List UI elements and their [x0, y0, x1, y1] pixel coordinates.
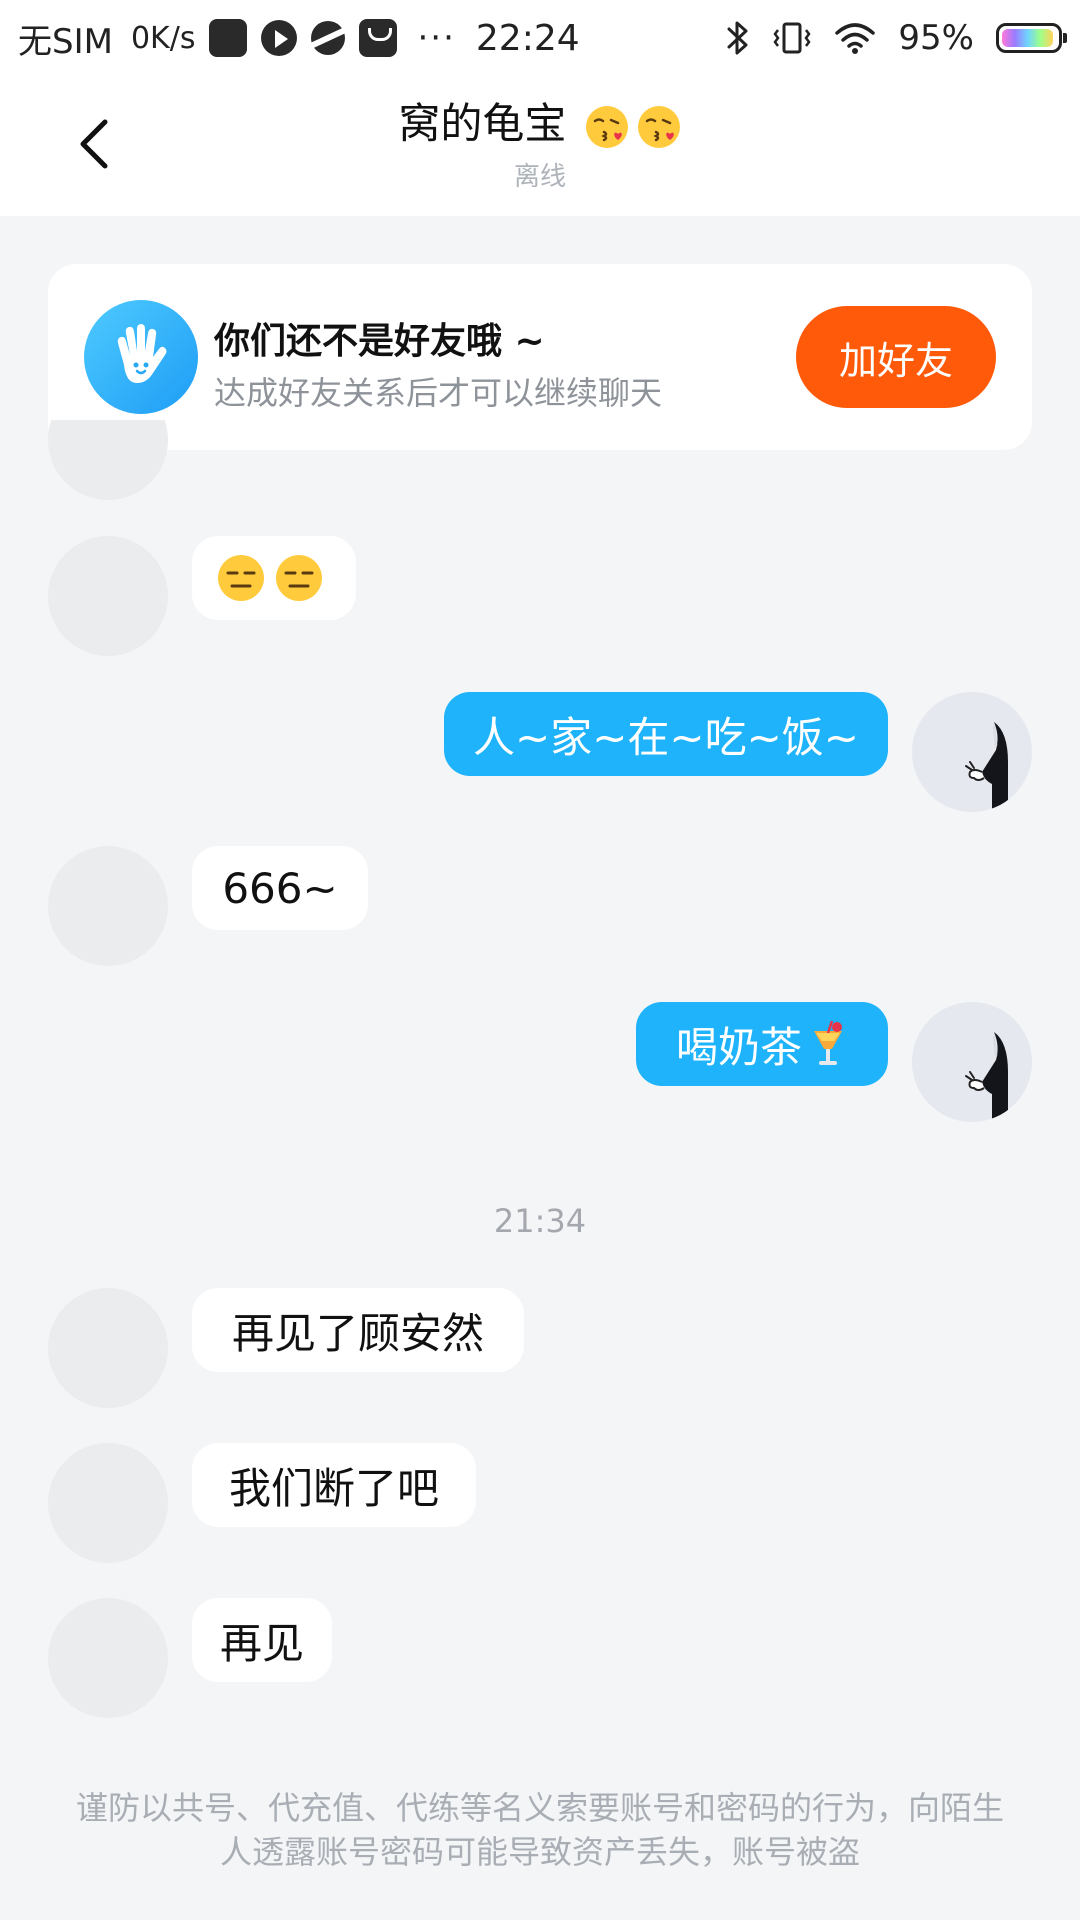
my-avatar[interactable]: [912, 692, 1032, 812]
notice-description: 达成好友关系后才可以继续聊天: [214, 374, 663, 412]
friend-request-card: 你们还不是好友哦 ~ 达成好友关系后才可以继续聊天 加好友: [48, 264, 1032, 450]
contact-avatar[interactable]: [48, 1288, 168, 1408]
battery-icon: [996, 23, 1067, 53]
contact-avatar[interactable]: [48, 420, 168, 500]
security-warning: 谨防以共号、代充值、代练等名义索要账号和密码的行为，向陌生人透露账号密码可能导致…: [75, 1789, 1004, 1871]
bluetooth-icon: [726, 19, 750, 57]
contact-avatar[interactable]: [48, 1598, 168, 1718]
message-bubble-incoming[interactable]: 666~: [192, 846, 368, 930]
status-bar-right: 95%: [726, 0, 1067, 76]
mail-icon: [359, 19, 398, 57]
message-timestamp: 21:34: [493, 1202, 587, 1240]
contact-avatar[interactable]: [48, 846, 168, 966]
kissing-face-icon: [585, 105, 628, 148]
add-friend-button[interactable]: 加好友: [796, 306, 996, 408]
waving-hand-icon: [84, 300, 198, 414]
message-bubble-incoming[interactable]: 我们断了吧: [192, 1443, 476, 1527]
notice-title: 你们还不是好友哦 ~: [214, 321, 545, 362]
message-text: 喝奶茶: [675, 1022, 802, 1072]
contact-avatar[interactable]: [48, 536, 168, 656]
battery-percentage: 95%: [898, 18, 974, 58]
tropical-drink-icon: [814, 1020, 842, 1065]
online-status: 离线: [513, 162, 566, 192]
contact-name: 窝的龟宝: [398, 99, 567, 148]
planet-icon: [311, 21, 346, 55]
message-bubble-outgoing[interactable]: 人~家~在~吃~饭~: [444, 692, 888, 776]
expressionless-face-icon: [218, 555, 264, 601]
network-speed: 0K/s: [130, 20, 196, 56]
clock: 22:24: [475, 17, 580, 59]
message-bubble-incoming[interactable]: 再见: [192, 1598, 332, 1682]
chat-title[interactable]: 窝的龟宝: [0, 96, 1080, 152]
battery-level-fill: [1002, 29, 1054, 47]
message-bubble-outgoing[interactable]: 喝奶茶: [636, 1002, 888, 1086]
expressionless-face-icon: [276, 555, 322, 601]
wifi-icon: [834, 21, 876, 55]
chat-header: 窝的龟宝 离线: [0, 76, 1080, 216]
message-bubble-incoming[interactable]: 再见了顾安然: [192, 1288, 524, 1372]
status-bar: 无SIM 0K/s ··· 22:24 95%: [0, 0, 1080, 76]
play-icon: [261, 20, 298, 56]
contact-avatar[interactable]: [48, 1443, 168, 1563]
app-square-icon: [209, 19, 248, 57]
message-bubble-incoming[interactable]: [192, 536, 356, 620]
carrier-label: 无SIM: [18, 21, 113, 62]
status-bar-left: 无SIM 0K/s ··· 22:24: [18, 0, 580, 76]
kissing-face-icon: [637, 105, 680, 148]
title-emojis: [584, 104, 682, 150]
my-avatar[interactable]: [912, 1002, 1032, 1122]
vibrate-icon: [772, 19, 812, 57]
more-notifications: ···: [417, 18, 456, 58]
